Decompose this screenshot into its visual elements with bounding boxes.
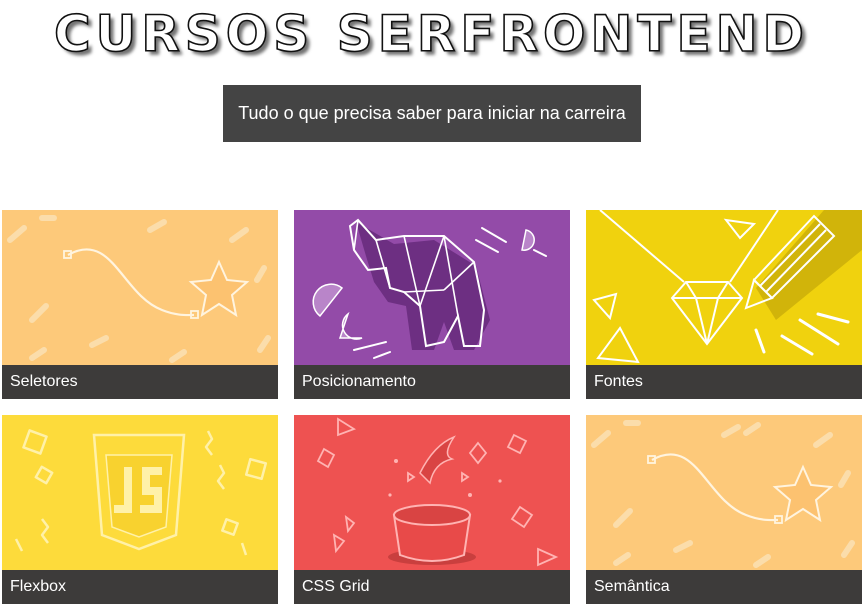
page-subtitle: Tudo o que precisa saber para iniciar na… <box>223 85 641 142</box>
course-card-label: Posicionamento <box>294 365 570 399</box>
course-card-flexbox[interactable]: Flexbox <box>2 415 278 604</box>
page-title: CURSOS SERFRONTEND <box>53 4 809 64</box>
origami-elephant-icon <box>294 210 570 365</box>
course-card-label: CSS Grid <box>294 570 570 604</box>
js-shield-icon <box>2 415 278 570</box>
course-card-posicionamento[interactable]: Posicionamento <box>294 210 570 399</box>
course-card-semantica[interactable]: Semântica <box>586 415 862 604</box>
course-card-label: Fontes <box>586 365 862 399</box>
diamond-pencil-icon <box>586 210 862 365</box>
course-card-label: Semântica <box>586 570 862 604</box>
curve-star-icon <box>586 415 862 570</box>
magic-hat-bird-icon <box>294 415 570 570</box>
course-card-seletores[interactable]: Seletores <box>2 210 278 399</box>
course-card-fontes[interactable]: Fontes <box>586 210 862 399</box>
course-card-label: Flexbox <box>2 570 278 604</box>
course-card-css-grid[interactable]: CSS Grid <box>294 415 570 604</box>
curve-star-icon <box>2 210 278 365</box>
course-card-label: Seletores <box>2 365 278 399</box>
